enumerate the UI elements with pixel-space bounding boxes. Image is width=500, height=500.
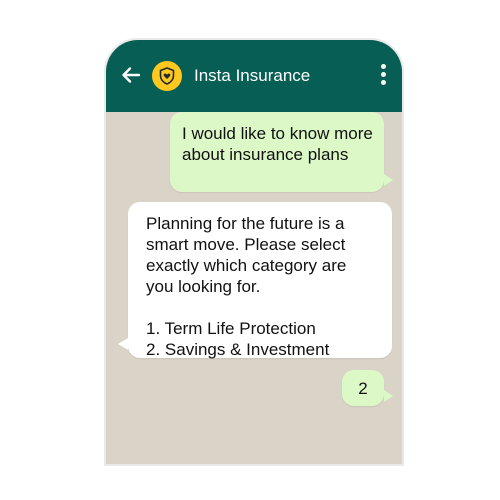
outgoing-bubble-tail [384,174,393,186]
message-text-line: Planning for the future is a [146,214,345,233]
option-item: 1. Term Life Protection [146,319,316,338]
message-text-line: 2 [358,379,368,398]
chat-header: Insta Insurance [106,40,402,112]
option-item: 2. Savings & Investment [146,340,330,359]
outgoing-message: 2 [342,370,384,406]
message-text-line: I would like to know [182,124,330,143]
message-text-line: smart move. Please select [146,235,346,254]
incoming-message: Planning for the future is a smart move.… [128,202,392,359]
avatar[interactable] [152,61,182,91]
phone-frame: Insta Insurance I would like to know mor… [104,38,404,466]
back-arrow-icon[interactable] [120,64,142,86]
shield-heart-icon [159,67,175,85]
more-vertical-icon[interactable] [380,64,386,88]
outgoing-message: I would like to know more about insuranc… [170,112,384,192]
message-text-line: you looking for. [146,277,261,296]
message-text-line: plans [307,145,349,164]
incoming-bubble-tail [118,338,128,350]
contact-name[interactable]: Insta Insurance [194,66,310,86]
outgoing-bubble-tail [384,390,393,402]
message-text-line: exactly which category are [146,256,347,275]
